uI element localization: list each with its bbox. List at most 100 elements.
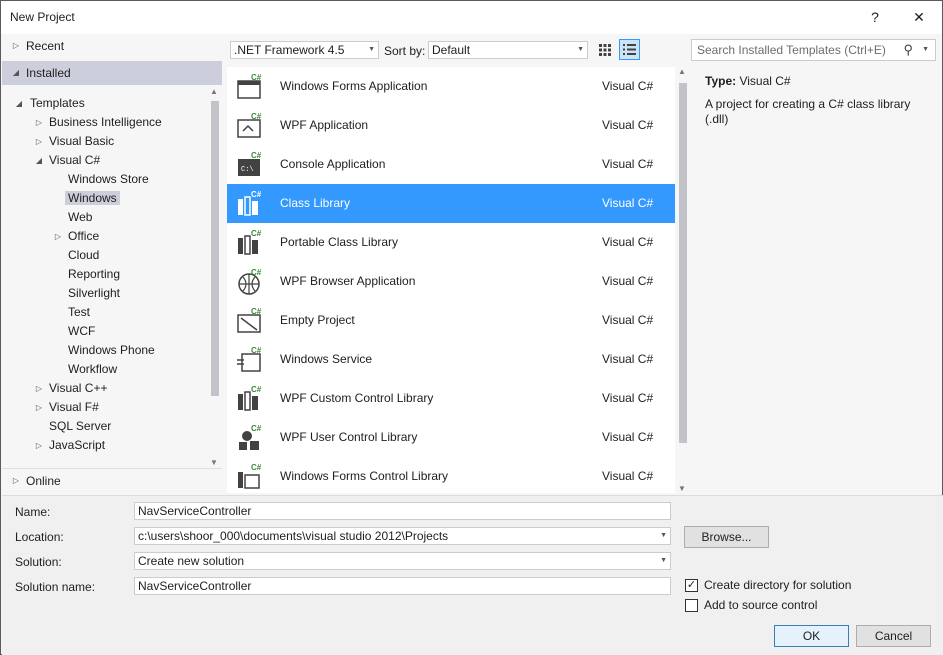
browse-button[interactable]: Browse... — [684, 526, 769, 548]
location-label: Location: — [15, 530, 64, 544]
template-row[interactable]: C# Portable Class Library Visual C# — [227, 223, 675, 262]
template-name: Windows Service — [280, 352, 373, 366]
template-row[interactable]: C# WPF Browser Application Visual C# — [227, 262, 675, 301]
chevron-right-icon[interactable]: ▷ — [53, 227, 63, 246]
tree-item-test[interactable]: Test — [68, 303, 90, 322]
tree-item-sql-server[interactable]: SQL Server — [49, 417, 111, 436]
svg-text:C#: C# — [251, 307, 262, 316]
tree-item-web[interactable]: Web — [68, 208, 92, 227]
template-row[interactable]: C# WPF Custom Control Library Visual C# — [227, 379, 675, 418]
ok-button[interactable]: OK — [774, 625, 849, 647]
class-library-icon: C# — [235, 189, 265, 219]
wpf-app-icon: C# — [235, 111, 265, 141]
create-directory-checkbox[interactable]: ✓ — [685, 579, 698, 592]
chevron-right-icon[interactable]: ▷ — [11, 34, 21, 58]
search-icon[interactable]: ⚲ — [903, 40, 913, 60]
scroll-up-icon[interactable]: ▲ — [678, 67, 686, 76]
svg-text:C#: C# — [251, 463, 262, 472]
scroll-down-icon[interactable]: ▼ — [210, 458, 218, 467]
tree-item-windows-store[interactable]: Windows Store — [68, 170, 149, 189]
template-info-panel: Type: Visual C# A project for creating a… — [691, 67, 941, 493]
template-row[interactable]: C:\ C# Console Application Visual C# — [227, 145, 675, 184]
tree-item-windows[interactable]: Windows — [65, 189, 120, 208]
name-input[interactable]: NavServiceController — [134, 502, 671, 520]
template-row[interactable]: C# Windows Service Visual C# — [227, 340, 675, 379]
tree-item-workflow[interactable]: Workflow — [68, 360, 117, 379]
windows-forms-icon: C# — [235, 72, 265, 102]
template-language: Visual C# — [602, 352, 654, 366]
portable-library-icon: C# — [235, 228, 265, 258]
help-button[interactable]: ? — [861, 7, 889, 27]
dropdown-arrow-icon[interactable]: ▼ — [660, 553, 667, 569]
source-control-label: Add to source control — [704, 598, 818, 612]
framework-select[interactable]: .NET Framework 4.5 ▼ — [230, 41, 379, 59]
template-language: Visual C# — [602, 391, 654, 405]
title-bar: New Project ? ✕ — [1, 1, 942, 34]
tree-item-windows-phone[interactable]: Windows Phone — [68, 341, 155, 360]
create-directory-label: Create directory for solution — [704, 578, 852, 592]
template-scroll-thumb[interactable] — [679, 83, 687, 443]
dropdown-arrow-icon[interactable]: ▼ — [660, 528, 667, 544]
svg-text:C#: C# — [251, 268, 262, 277]
chevron-down-icon[interactable]: ◢ — [11, 61, 21, 85]
template-language: Visual C# — [602, 235, 654, 249]
project-form: Name: NavServiceController Location: c:\… — [2, 495, 943, 655]
chevron-right-icon[interactable]: ▷ — [34, 398, 44, 417]
solution-label: Solution: — [15, 555, 62, 569]
tree-online[interactable]: ▷ Online — [2, 468, 222, 492]
location-input[interactable]: c:\users\shoor_000\documents\visual stud… — [134, 527, 671, 545]
template-language: Visual C# — [602, 274, 654, 288]
chevron-right-icon[interactable]: ▷ — [34, 132, 44, 151]
tree-scroll-thumb[interactable] — [211, 101, 219, 396]
template-name: WPF User Control Library — [280, 430, 418, 444]
template-name: Console Application — [280, 157, 386, 171]
custom-control-icon: C# — [235, 384, 265, 414]
tree-recent[interactable]: ▷ Recent — [2, 34, 222, 58]
grid-view-icon[interactable] — [595, 40, 615, 60]
console-icon: C:\ C# — [235, 150, 265, 180]
template-name: Windows Forms Application — [280, 79, 428, 93]
chevron-right-icon[interactable]: ▷ — [11, 469, 21, 493]
cancel-button[interactable]: Cancel — [856, 625, 931, 647]
template-row[interactable]: C# Class Library Visual C# — [227, 184, 675, 223]
solution-select[interactable]: Create new solution ▼ — [134, 552, 671, 570]
tree-item-reporting[interactable]: Reporting — [68, 265, 120, 284]
scroll-up-icon[interactable]: ▲ — [210, 87, 218, 96]
tree-scrollbar[interactable]: ▲ ▼ — [208, 87, 222, 467]
template-list: C# Windows Forms Application Visual C# C# WP… — [227, 67, 675, 493]
empty-project-icon: C# — [235, 306, 265, 336]
chevron-down-icon[interactable]: ◢ — [14, 94, 24, 113]
tree-item-cloud[interactable]: Cloud — [68, 246, 99, 265]
chevron-right-icon[interactable]: ▷ — [34, 379, 44, 398]
chevron-right-icon[interactable]: ▷ — [34, 113, 44, 132]
scroll-down-icon[interactable]: ▼ — [678, 484, 686, 493]
template-row[interactable]: C# Windows Forms Control Library Visual C# — [227, 457, 675, 493]
sort-select[interactable]: Default ▼ — [428, 41, 588, 59]
tree-installed[interactable]: ◢ Installed — [2, 61, 222, 85]
type-label: Type: — [705, 74, 737, 88]
chevron-right-icon[interactable]: ▷ — [34, 436, 44, 455]
globe-icon: C# — [235, 267, 265, 297]
solution-name-input[interactable]: NavServiceController — [134, 577, 671, 595]
template-row[interactable]: C# WPF Application Visual C# — [227, 106, 675, 145]
type-value: Visual C# — [739, 74, 791, 88]
template-name: WPF Application — [280, 118, 369, 132]
template-row[interactable]: C# Empty Project Visual C# — [227, 301, 675, 340]
close-button[interactable]: ✕ — [905, 7, 933, 27]
template-row[interactable]: C# WPF User Control Library Visual C# — [227, 418, 675, 457]
tree-item-wcf[interactable]: WCF — [68, 322, 95, 341]
search-input[interactable]: Search Installed Templates (Ctrl+E) ⚲ ▼ — [691, 39, 936, 61]
template-list-scrollbar[interactable]: ▲ ▼ — [676, 67, 690, 493]
source-control-checkbox[interactable] — [685, 599, 698, 612]
list-view-icon[interactable] — [619, 39, 640, 60]
dropdown-arrow-icon[interactable]: ▼ — [922, 40, 929, 60]
tree-item-silverlight[interactable]: Silverlight — [68, 284, 120, 303]
name-label: Name: — [15, 505, 51, 519]
template-row[interactable]: C# Windows Forms Application Visual C# — [227, 67, 675, 106]
user-control-icon: C# — [235, 423, 265, 453]
template-language: Visual C# — [602, 430, 654, 444]
chevron-down-icon[interactable]: ◢ — [34, 151, 44, 170]
svg-text:C#: C# — [251, 229, 262, 238]
dropdown-arrow-icon: ▼ — [368, 46, 375, 53]
template-language: Visual C# — [602, 469, 654, 483]
